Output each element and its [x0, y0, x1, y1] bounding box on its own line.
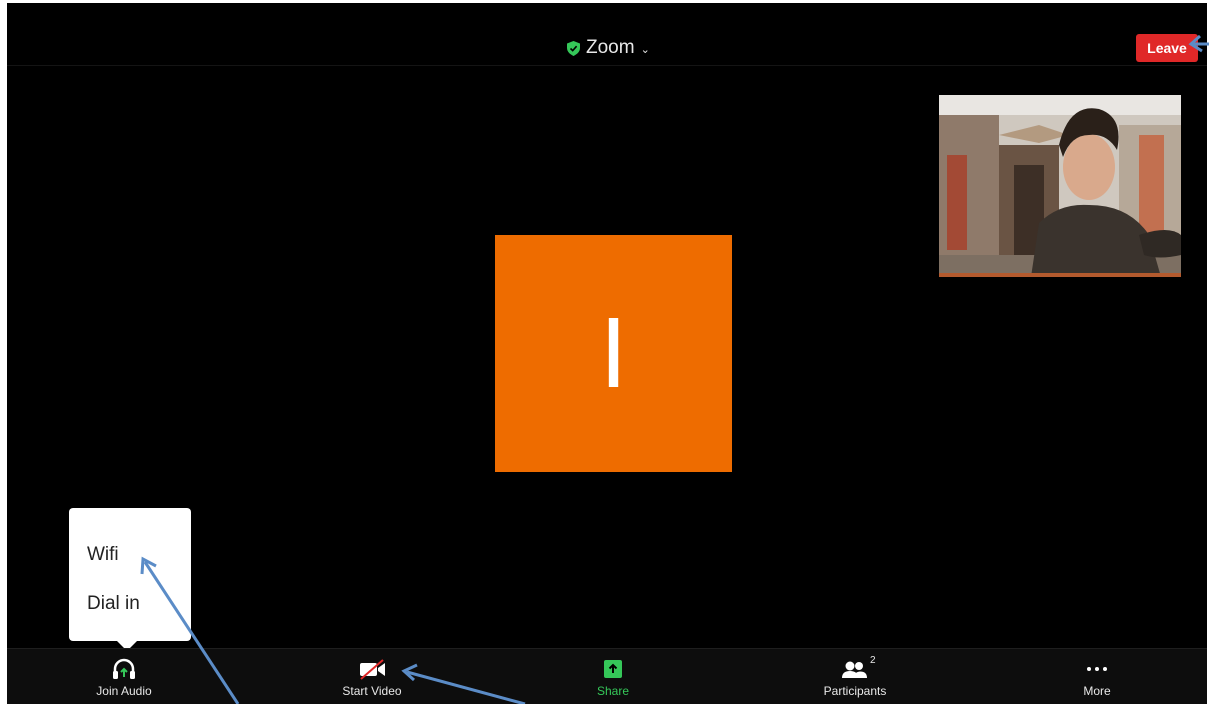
- headphones-icon: [113, 658, 135, 679]
- share-button[interactable]: Share: [548, 649, 678, 704]
- wifi-audio-option[interactable]: Wifi: [87, 544, 119, 566]
- more-label: More: [1083, 684, 1111, 698]
- share-label: Share: [596, 684, 630, 698]
- meeting-title-text: Zoom: [586, 37, 635, 58]
- top-bar: Zoom ⌄ Leave: [7, 3, 1207, 66]
- share-icon: [604, 660, 622, 678]
- self-video-image: [939, 95, 1181, 277]
- zoom-meeting-screen: Zoom ⌄ Leave I Wifi Dial in Join Audio S…: [7, 3, 1207, 704]
- participant-count: 2: [870, 655, 876, 666]
- more-button[interactable]: More: [1032, 649, 1162, 704]
- start-video-label: Start Video: [342, 684, 402, 698]
- meeting-toolbar: Join Audio Start Video Share 2 Participa…: [7, 648, 1207, 704]
- start-video-button[interactable]: Start Video: [307, 649, 437, 704]
- leave-button[interactable]: Leave: [1136, 34, 1198, 62]
- participants-button[interactable]: 2 Participants: [790, 649, 920, 704]
- join-audio-label: Join Audio: [96, 684, 152, 698]
- more-icon: [1087, 667, 1107, 671]
- chevron-down-icon: ⌄: [640, 43, 650, 56]
- meeting-title-button[interactable]: Zoom ⌄: [567, 37, 650, 59]
- participant-avatar-tile: I: [495, 235, 732, 472]
- video-off-icon: [360, 659, 385, 680]
- join-audio-button[interactable]: Join Audio: [59, 649, 189, 704]
- shield-check-icon: [567, 40, 580, 56]
- dial-in-option[interactable]: Dial in: [87, 593, 140, 615]
- audio-options-popup: Wifi Dial in: [69, 508, 191, 651]
- avatar-initial: I: [599, 297, 628, 409]
- participants-label: Participants: [823, 684, 887, 698]
- participants-icon: [842, 661, 867, 678]
- self-video-thumbnail[interactable]: [939, 95, 1181, 277]
